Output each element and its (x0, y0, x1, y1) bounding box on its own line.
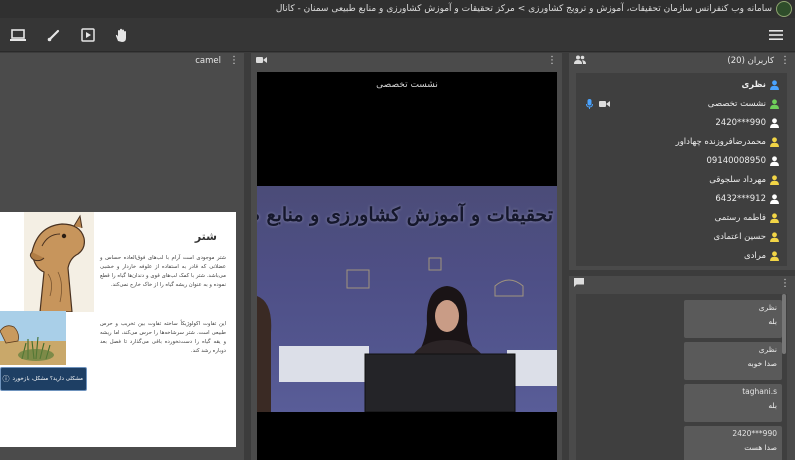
screen-share-icon (10, 29, 26, 41)
toolbar (0, 18, 795, 52)
speaker-scene (257, 257, 557, 412)
user-list-item[interactable]: مهرداد سلجوقی (576, 170, 787, 189)
raise-hand-button[interactable] (112, 26, 130, 44)
slide-paragraph-2: این تفاوت اکولوژیکاً ساخته تفاوت بین تخر… (100, 321, 226, 354)
user-list-item[interactable]: 912***6432 (576, 189, 787, 208)
chat-message-author: نظری (758, 303, 777, 312)
presentation-file-name: camel (195, 56, 221, 66)
chat-message: taghani.s بله (684, 384, 782, 422)
chat-scrollbar[interactable] (782, 294, 786, 354)
camel-head-illustration (24, 212, 94, 312)
user-icon (770, 136, 779, 147)
chat-message: نظری صدا خوبه (684, 342, 782, 380)
chat-message-author: 990***2420 (732, 429, 777, 438)
user-name: 09140008950 (706, 155, 767, 166)
presentation-panel: camel ⋮ شتر شتر موجودی است آرام با لب‌ها… (0, 53, 244, 460)
users-group-icon (574, 55, 586, 67)
slide-paragraph-1: شتر موجودی است آرام با لب‌های فوق‌العاده… (100, 255, 226, 288)
title-bar: سامانه وب کنفرانس سازمان تحقیقات، آموزش … (0, 0, 795, 18)
presentation-options-button[interactable]: ⋮ (229, 56, 239, 66)
chat-icon (574, 278, 584, 290)
menu-icon (769, 30, 783, 40)
user-icon (770, 250, 779, 261)
camel-grazing-illustration (0, 311, 66, 365)
camera-icon (256, 56, 267, 67)
draw-button[interactable] (45, 26, 63, 44)
chat-message: نظری بله (684, 300, 782, 338)
screen-share-button[interactable] (9, 26, 27, 44)
users-count-title: کاربران (20) (727, 56, 774, 66)
video-options-button[interactable]: ⋮ (547, 56, 557, 66)
draw-icon (47, 29, 60, 42)
microphone-icon (586, 98, 593, 109)
chat-message-author: نظری (758, 345, 777, 354)
user-name: مرادی (743, 250, 766, 261)
user-name: نشست تخصصی (707, 98, 766, 109)
chat-panel: ⋮ نظری بله نظری صدا خوبه taghani.s بله 990***2… (569, 276, 795, 460)
users-options-button[interactable]: ⋮ (780, 56, 790, 66)
user-list-item[interactable]: مرادی (576, 246, 787, 265)
users-list: نظری نشست تخصصی 990***2420 محمدرضافروزنده چ… (576, 73, 787, 266)
camera-icon (599, 100, 610, 107)
user-icon (770, 212, 779, 223)
user-name: نظری (741, 79, 766, 90)
media-play-icon (81, 28, 95, 42)
slide-heading: شتر (194, 230, 217, 243)
chat-message-text: صدا هست (744, 443, 777, 452)
media-button[interactable] (79, 26, 97, 44)
user-list-item[interactable]: 990***2420 (576, 113, 787, 132)
chat-message-text: بله (768, 317, 777, 326)
user-list-item[interactable]: نشست تخصصی (576, 94, 787, 113)
speaker-video-frame: تحقیقات و آموزش کشاورزی و منابع طبیعی اس… (257, 186, 557, 412)
video-session-label: نشست تخصصی (376, 80, 438, 90)
user-icon (770, 174, 779, 185)
chat-messages[interactable]: نظری بله نظری صدا خوبه taghani.s بله 990***242… (576, 294, 787, 460)
window-title: سامانه وب کنفرانس سازمان تحقیقات، آموزش … (275, 4, 772, 14)
user-list-item[interactable]: فاطمه رستمی (576, 208, 787, 227)
user-icon (770, 155, 779, 166)
user-media-status (586, 98, 610, 109)
user-icon (770, 117, 779, 128)
main-menu-button[interactable] (767, 26, 785, 44)
user-list-item[interactable]: نظری (576, 75, 787, 94)
user-list-item[interactable]: حسین اعتمادی (576, 227, 787, 246)
user-icon (770, 98, 779, 109)
video-banner-text: تحقیقات و آموزش کشاورزی و منابع طبیعی اس… (257, 204, 553, 226)
user-name: حسین اعتمادی (713, 231, 766, 242)
chat-message-text: صدا خوبه (747, 359, 777, 368)
user-icon (770, 193, 779, 204)
video-stream[interactable]: نشست تخصصی تحقیقات و آموزش کشاورزی و منا… (257, 72, 557, 460)
feedback-toast[interactable]: مشکلی دارید؟ مشکل، بازخورد ⓘ (0, 367, 87, 391)
users-panel: کاربران (20) ⋮ نظری نشست تخصصی 990***2420 م… (569, 53, 795, 270)
user-list-item[interactable]: 09140008950 (576, 151, 787, 170)
raise-hand-icon (115, 28, 126, 42)
user-name: فاطمه رستمی (714, 212, 766, 223)
presentation-slide: شتر شتر موجودی است آرام با لب‌های فوق‌ال… (0, 212, 236, 447)
chat-message-author: taghani.s (742, 387, 777, 396)
user-name: مهرداد سلجوقی (709, 174, 766, 185)
user-icon (770, 79, 779, 90)
user-name: 912***6432 (715, 193, 766, 204)
user-list-item[interactable]: محمدرضافروزنده چهاداور (576, 132, 787, 151)
user-name: 990***2420 (715, 117, 766, 128)
chat-message: 990***2420 صدا هست (684, 426, 782, 460)
chat-options-button[interactable]: ⋮ (780, 279, 790, 289)
user-name: محمدرضافروزنده چهاداور (675, 136, 766, 147)
info-icon: ⓘ (2, 375, 10, 383)
chat-message-text: بله (768, 401, 777, 410)
feedback-toast-text: مشکلی دارید؟ مشکل، بازخورد (12, 376, 83, 382)
organization-logo (776, 1, 792, 17)
video-panel: ⋮ نشست تخصصی تحقیقات و آموزش کشاورزی و م… (251, 53, 562, 460)
user-icon (770, 231, 779, 242)
